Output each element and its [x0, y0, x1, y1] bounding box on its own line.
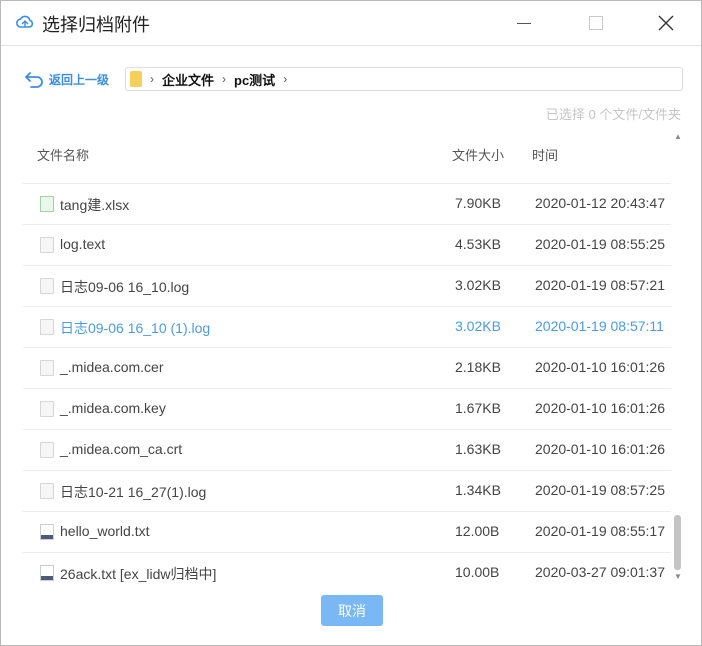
- file-size: 3.02KB: [455, 277, 501, 293]
- column-header-size[interactable]: 文件大小: [452, 145, 504, 164]
- cloud-app-icon: [16, 15, 34, 28]
- file-time: 2020-01-19 08:57:11: [535, 318, 664, 334]
- table-row[interactable]: 日志09-06 16_10.log 3.02KB 2020-01-19 08:5…: [23, 266, 671, 307]
- file-size: 1.63KB: [455, 441, 501, 457]
- file-size: 7.90KB: [455, 195, 501, 211]
- file-name: tang建.xlsx: [60, 197, 130, 213]
- minimize-icon: [517, 22, 531, 24]
- table-row[interactable]: _.midea.com.cer 2.18KB 2020-01-10 16:01:…: [23, 348, 671, 389]
- file-time: 2020-01-12 20:43:47: [535, 195, 665, 211]
- table-row-hovered[interactable]: 日志09-06 16_10 (1).log 3.02KB 2020-01-19 …: [23, 307, 671, 348]
- vertical-scrollbar[interactable]: ▲ ▼: [672, 132, 682, 583]
- table-row[interactable]: _.midea.com.key 1.67KB 2020-01-10 16:01:…: [23, 389, 671, 430]
- file-name: 日志09-06 16_10.log: [60, 279, 190, 295]
- title-divider: [1, 45, 701, 46]
- back-label: 返回上一级: [49, 72, 110, 87]
- file-name: 26ack.txt [ex_lidw归档中]: [60, 566, 217, 582]
- table-body: tang建.xlsx 7.90KB 2020-01-12 20:43:47 lo…: [23, 184, 671, 583]
- file-name: _.midea.com.key: [60, 400, 166, 416]
- table-row[interactable]: 26ack.txt [ex_lidw归档中] 10.00B 2020-03-27…: [23, 553, 671, 583]
- navigation-bar: 返回上一级 › 企业文件 › pc测试 ›: [23, 67, 683, 91]
- minimize-button[interactable]: [501, 1, 547, 45]
- file-table: 文件名称 文件大小 时间 tang建.xlsx 7.90KB 2020-01-1…: [23, 132, 671, 583]
- table-row[interactable]: tang建.xlsx 7.90KB 2020-01-12 20:43:47: [23, 184, 671, 225]
- file-time: 2020-01-19 08:55:25: [535, 236, 665, 252]
- scroll-up-arrow-icon[interactable]: ▲: [674, 132, 682, 141]
- file-time: 2020-01-19 08:57:25: [535, 482, 665, 498]
- file-size: 4.53KB: [455, 236, 501, 252]
- maximize-icon: [589, 16, 603, 30]
- table-header: 文件名称 文件大小 时间: [23, 132, 671, 176]
- file-name: log.text: [60, 236, 106, 252]
- file-picker-dialog: 选择归档附件 返回上一级 › 企业文件 › pc测试 › 已选择 0 个文件/文…: [0, 0, 702, 646]
- close-icon: [658, 15, 674, 31]
- file-name: 日志09-06 16_10 (1).log: [60, 320, 211, 336]
- file-size: 3.02KB: [455, 318, 501, 334]
- file-name: _.midea.com.cer: [60, 359, 164, 375]
- generic-file-icon: [40, 483, 54, 499]
- maximize-button[interactable]: [573, 1, 619, 45]
- txt-file-icon: [40, 565, 54, 581]
- file-time: 2020-01-10 16:01:26: [535, 441, 665, 457]
- scroll-down-arrow-icon[interactable]: ▼: [674, 572, 682, 581]
- file-time: 2020-01-19 08:55:17: [535, 523, 665, 539]
- title-bar: 选择归档附件: [1, 1, 701, 45]
- file-size: 12.00B: [455, 523, 500, 539]
- file-time: 2020-01-10 16:01:26: [535, 400, 665, 416]
- window-title: 选择归档附件: [42, 15, 150, 35]
- generic-file-icon: [40, 442, 54, 458]
- generic-file-icon: [40, 319, 54, 335]
- back-button[interactable]: 返回上一级: [23, 67, 109, 91]
- generic-file-icon: [40, 401, 54, 417]
- table-row[interactable]: _.midea.com_ca.crt 1.63KB 2020-01-10 16:…: [23, 430, 671, 471]
- table-row[interactable]: hello_world.txt 12.00B 2020-01-19 08:55:…: [23, 512, 671, 553]
- cancel-button[interactable]: 取消: [321, 595, 383, 626]
- close-button[interactable]: [643, 1, 689, 45]
- file-time: 2020-01-10 16:01:26: [535, 359, 665, 375]
- file-name: _.midea.com_ca.crt: [60, 441, 183, 457]
- column-header-name[interactable]: 文件名称: [37, 145, 89, 164]
- generic-file-icon: [40, 360, 54, 376]
- file-size: 1.34KB: [455, 482, 501, 498]
- file-time: 2020-01-19 08:57:21: [535, 277, 665, 293]
- generic-file-icon: [40, 237, 54, 253]
- folder-icon: [130, 71, 142, 87]
- table-row[interactable]: 日志10-21 16_27(1).log 1.34KB 2020-01-19 0…: [23, 471, 671, 512]
- back-arrow-icon: [25, 72, 43, 88]
- table-row[interactable]: log.text 4.53KB 2020-01-19 08:55:25: [23, 225, 671, 266]
- selection-count: 已选择 0 个文件/文件夹: [545, 107, 681, 122]
- file-time: 2020-03-27 09:01:37: [535, 564, 665, 580]
- column-header-time[interactable]: 时间: [532, 145, 558, 164]
- txt-file-icon: [40, 524, 54, 540]
- chevron-right-icon: ›: [222, 72, 227, 86]
- file-size: 10.00B: [455, 564, 500, 580]
- breadcrumb-item[interactable]: 企业文件: [162, 70, 214, 89]
- breadcrumb-item[interactable]: pc测试: [234, 70, 275, 89]
- file-size: 2.18KB: [455, 359, 501, 375]
- file-name: hello_world.txt: [60, 523, 150, 539]
- xlsx-file-icon: [40, 196, 54, 212]
- file-size: 1.67KB: [455, 400, 501, 416]
- table-row[interactable]: [23, 175, 671, 184]
- chevron-right-icon: ›: [283, 72, 288, 86]
- breadcrumb: › 企业文件 › pc测试 ›: [125, 67, 683, 91]
- chevron-right-icon: ›: [150, 72, 154, 86]
- scrollbar-thumb[interactable]: [674, 515, 681, 570]
- generic-file-icon: [40, 278, 54, 294]
- file-name: 日志10-21 16_27(1).log: [60, 484, 207, 500]
